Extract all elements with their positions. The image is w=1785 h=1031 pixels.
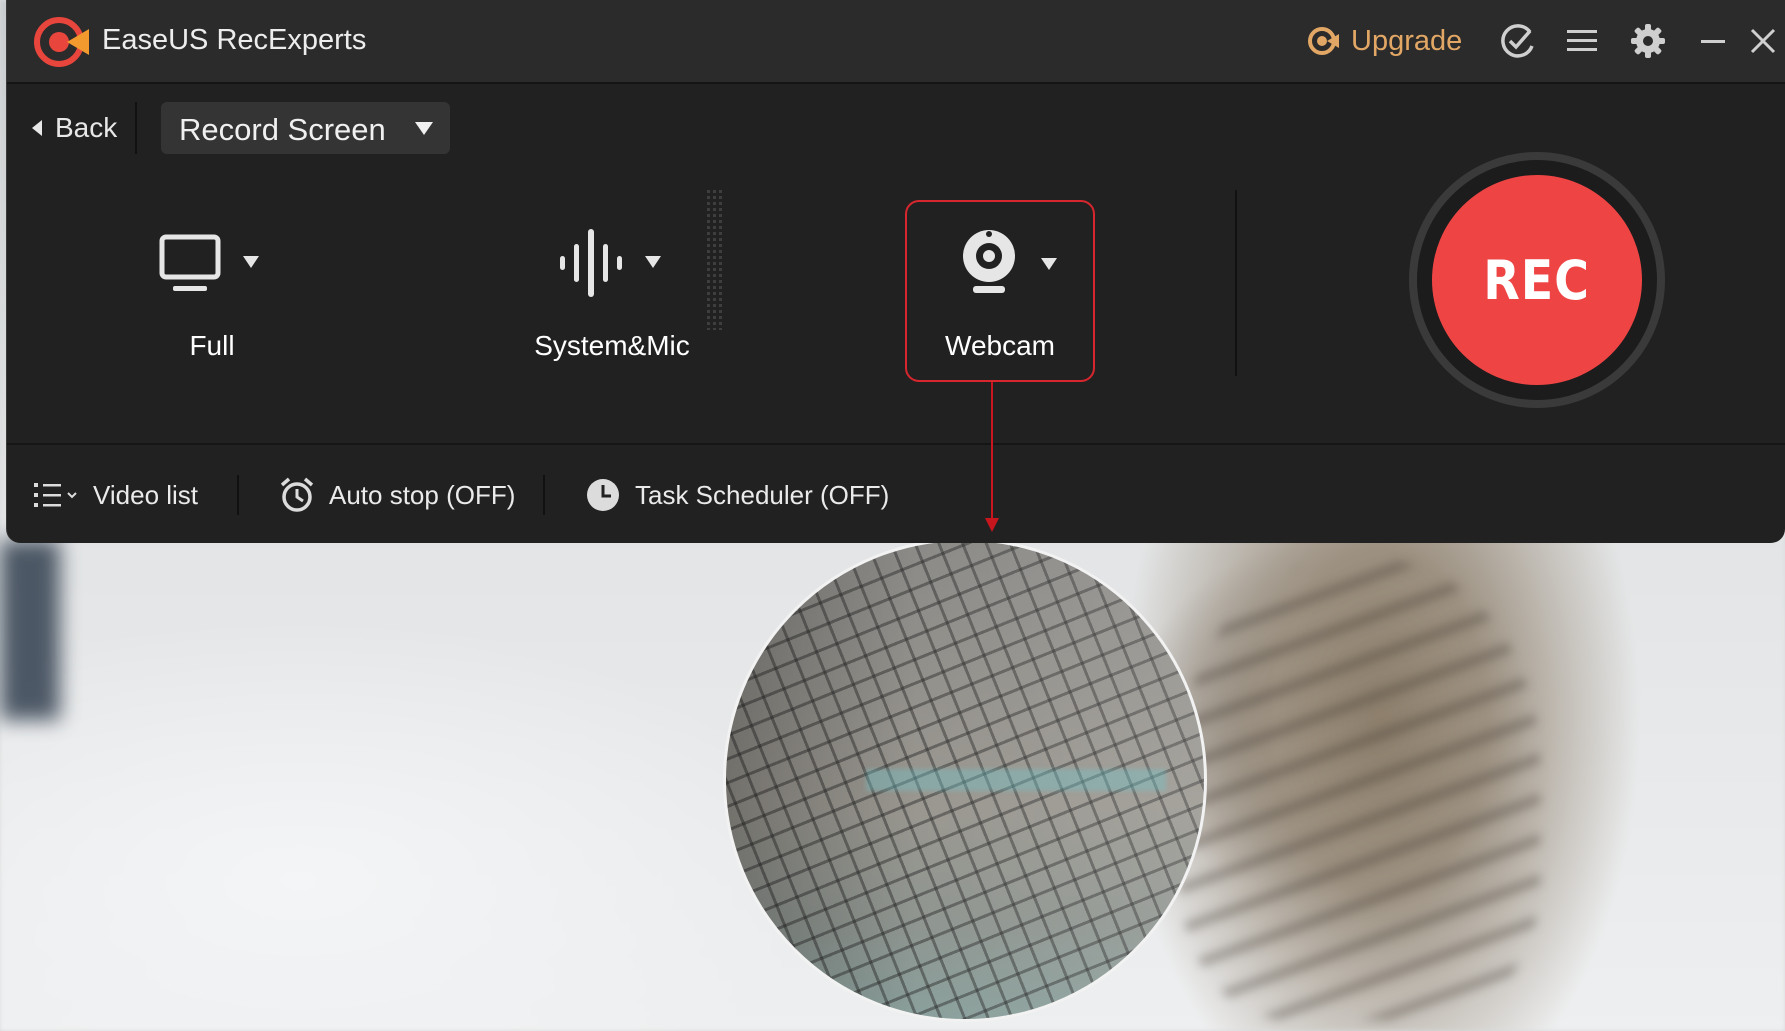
source-full-label: Full	[189, 330, 235, 361]
source-webcam[interactable]: Webcam	[905, 200, 1095, 382]
title-bar[interactable]: EaseUS RecExperts Upgrade	[7, 0, 1785, 84]
video-list-label: Video list	[93, 479, 199, 510]
source-audio[interactable]: System&Mic	[507, 222, 717, 372]
recorder-window: EaseUS RecExperts Upgrade Back Record Sc…	[6, 0, 1785, 543]
record-mode-value: Record Screen	[179, 112, 386, 147]
back-label: Back	[55, 112, 118, 143]
chevron-down-icon[interactable]	[645, 256, 661, 268]
source-full-screen[interactable]: Full	[117, 222, 307, 372]
audio-level-meter	[707, 190, 723, 330]
chevron-down-icon	[415, 122, 433, 135]
bottom-divider	[543, 475, 545, 515]
menu-icon[interactable]	[1561, 20, 1603, 62]
source-audio-label: System&Mic	[534, 330, 690, 361]
chevron-down-icon[interactable]	[243, 256, 259, 268]
webcam-preview-highlight	[866, 769, 1166, 791]
chevron-down-icon[interactable]	[1041, 258, 1057, 270]
clock-icon	[587, 479, 619, 511]
bottom-divider	[237, 475, 239, 515]
back-button[interactable]: Back	[31, 108, 117, 148]
annotation-arrow	[985, 382, 999, 532]
upgrade-button[interactable]: Upgrade	[1307, 18, 1462, 64]
close-icon[interactable]	[1742, 20, 1784, 62]
upgrade-crown-icon	[1308, 27, 1339, 55]
list-icon	[34, 483, 77, 507]
bottom-bar: Video list Auto stop (OFF) Task Schedule…	[7, 443, 1785, 543]
upgrade-label: Upgrade	[1351, 24, 1463, 57]
audio-waveform-icon	[560, 229, 622, 297]
auto-stop-button[interactable]: Auto stop (OFF)	[279, 475, 515, 515]
settings-gear-icon[interactable]	[1627, 20, 1669, 62]
rec-button[interactable]: REC	[1432, 175, 1642, 385]
rec-divider	[1235, 190, 1237, 376]
toolbar-divider	[135, 102, 137, 154]
task-scheduler-label: Task Scheduler (OFF)	[635, 479, 890, 510]
webcam-preview[interactable]	[723, 538, 1207, 1022]
back-arrow-icon	[32, 120, 42, 136]
source-webcam-label: Webcam	[945, 330, 1055, 361]
app-logo-icon	[34, 17, 89, 67]
wallpaper-shadow	[0, 540, 60, 720]
check-badge-icon[interactable]	[1497, 20, 1539, 62]
task-scheduler-button[interactable]: Task Scheduler (OFF)	[585, 475, 889, 515]
minimize-icon[interactable]	[1693, 20, 1735, 62]
monitor-icon	[159, 234, 221, 291]
wallpaper-cat-fur	[1180, 560, 1540, 1020]
app-title: EaseUS RecExperts	[102, 24, 367, 56]
video-list-button[interactable]: Video list	[33, 475, 198, 515]
webcam-icon	[963, 230, 1015, 293]
rec-label: REC	[1483, 248, 1591, 312]
auto-stop-label: Auto stop (OFF)	[329, 479, 516, 510]
record-mode-select[interactable]: Record Screen	[161, 102, 450, 154]
alarm-clock-icon	[280, 477, 314, 512]
